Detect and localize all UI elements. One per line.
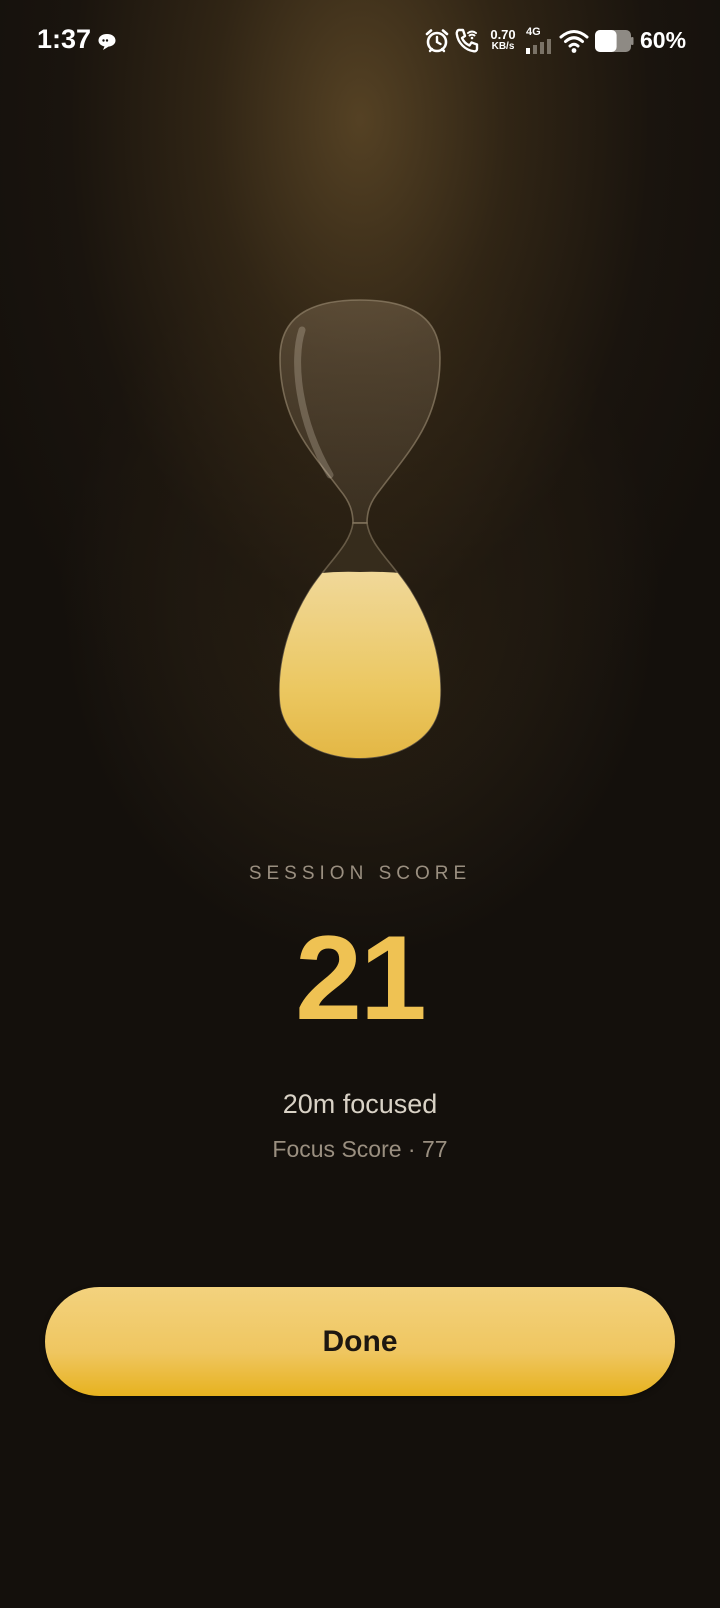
alarm-icon xyxy=(425,29,449,53)
done-button-label: Done xyxy=(322,1324,398,1358)
network-speed-value: 0.70 xyxy=(490,27,516,42)
wifi-icon xyxy=(559,30,589,53)
session-score-value: 21 xyxy=(295,911,426,1045)
chat-bubble-icon xyxy=(98,34,116,50)
focus-score: Focus Score · 77 xyxy=(272,1136,448,1162)
status-time: 1:37 xyxy=(37,24,92,54)
signal-icon xyxy=(526,39,551,54)
hourglass-icon xyxy=(278,299,442,759)
battery-percent: 60% xyxy=(640,27,687,53)
battery-icon xyxy=(595,30,634,52)
session-score-label: SESSION SCORE xyxy=(248,863,472,884)
done-button[interactable]: Done xyxy=(45,1287,675,1396)
status-bar: 1:37 0.70 KB/s 4G 60% xyxy=(0,0,720,84)
network-type-label: 4G xyxy=(526,26,541,38)
network-speed: 0.70 KB/s xyxy=(486,28,520,52)
network-speed-unit: KB/s xyxy=(491,41,515,52)
wifi-calling-icon xyxy=(455,28,479,53)
focused-duration: 20m focused xyxy=(282,1089,438,1119)
